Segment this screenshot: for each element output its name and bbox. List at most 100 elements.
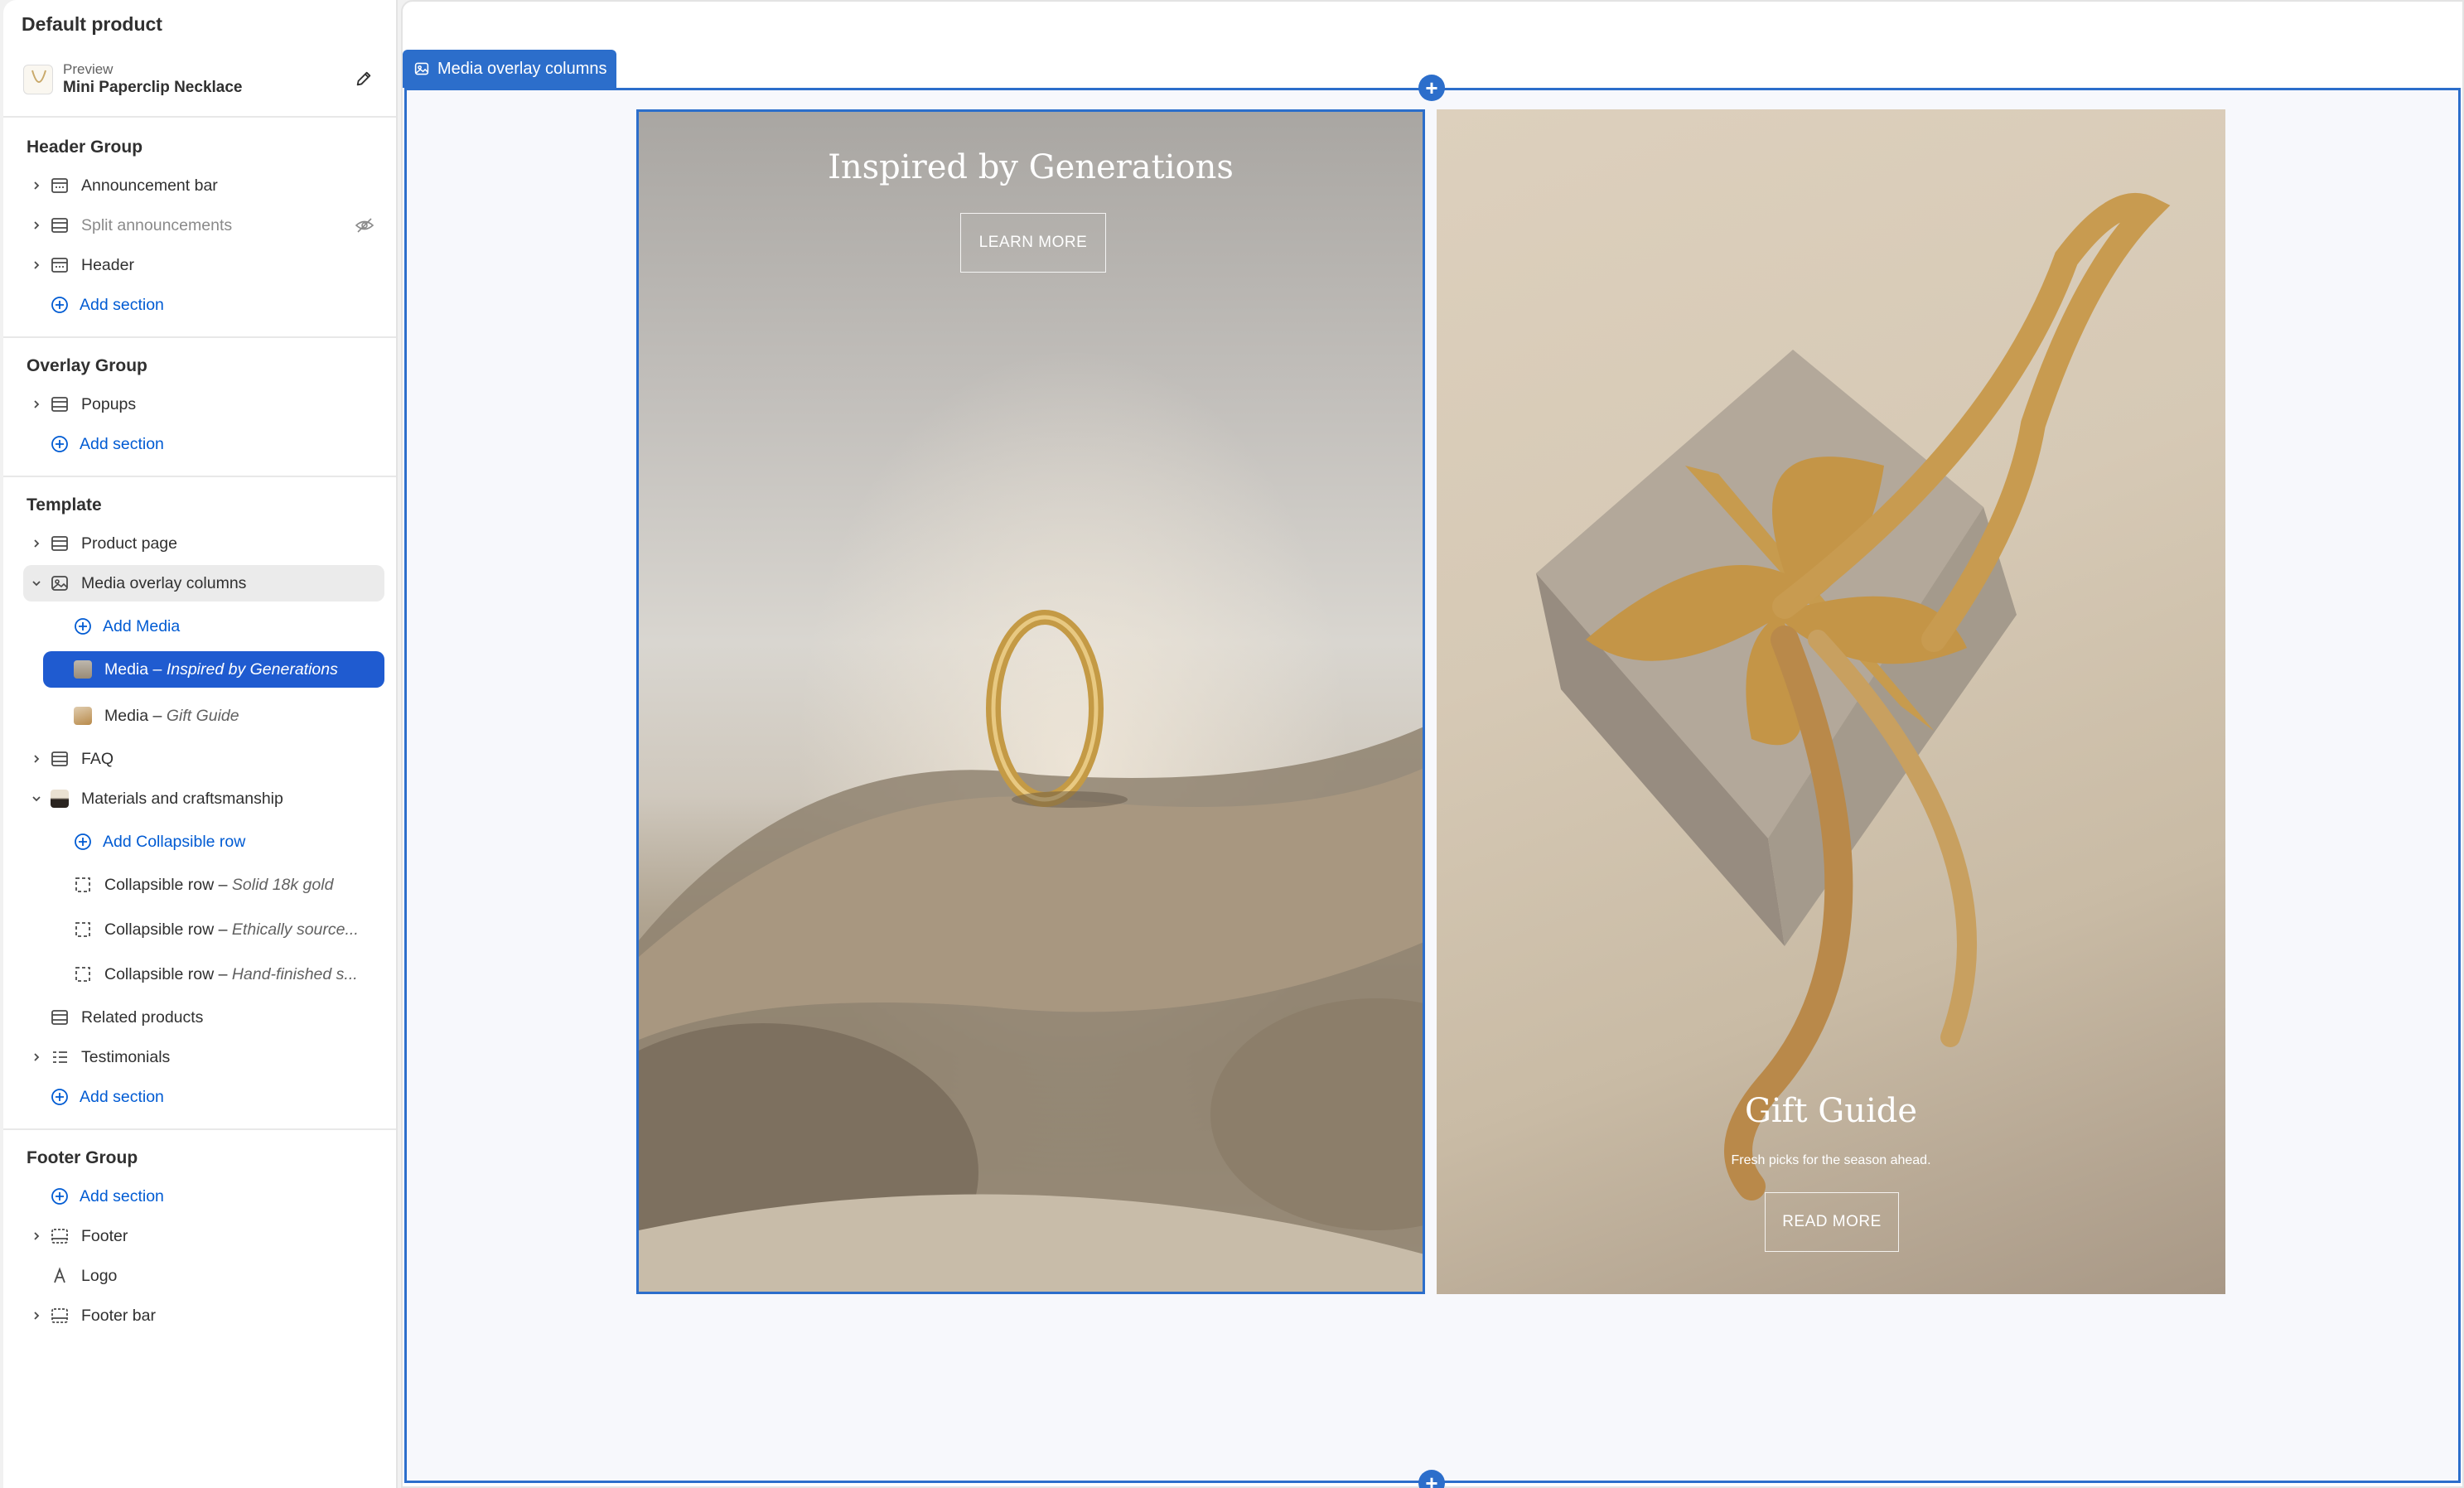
section-popups[interactable]: Popups: [23, 386, 384, 423]
section-footer-bar[interactable]: Footer bar: [23, 1297, 384, 1334]
block-collapsible-row-2[interactable]: Collapsible row – Ethically source...: [43, 911, 384, 948]
add-section-label: Add section: [80, 434, 164, 453]
section-layout-icon: [50, 394, 70, 414]
image-thumbnail: [73, 706, 93, 726]
template-add-section-button[interactable]: Add section: [23, 1079, 384, 1115]
header-add-section-button[interactable]: Add section: [23, 287, 384, 323]
chevron-right-icon[interactable]: [23, 180, 50, 191]
chevron-right-icon[interactable]: [23, 220, 50, 231]
editor-sidebar: Default product Preview Mini Paperclip N…: [3, 0, 398, 1488]
section-layout-icon: [50, 255, 70, 275]
preview-label: Preview: [63, 61, 114, 77]
chevron-right-icon[interactable]: [23, 1230, 50, 1242]
section-testimonials[interactable]: Testimonials: [23, 1039, 384, 1075]
add-section-label: Add section: [80, 295, 164, 314]
divider: [3, 1128, 396, 1130]
block-logo[interactable]: Logo: [23, 1258, 384, 1294]
row-label: Popups: [81, 394, 137, 413]
plus-icon: +: [1425, 1471, 1438, 1488]
plus-circle-icon: [50, 434, 70, 454]
footer-add-section-button[interactable]: Add section: [23, 1178, 384, 1215]
section-materials[interactable]: Materials and craftsmanship: [23, 780, 384, 817]
chevron-right-icon[interactable]: [23, 1310, 50, 1321]
dashed-square-icon: [73, 920, 93, 940]
learn-more-button[interactable]: LEARN MORE: [960, 213, 1106, 273]
image-section-icon: [414, 61, 429, 76]
template-group-title: Template: [27, 495, 102, 515]
row-label: Split announcements: [81, 215, 233, 234]
row-label: Collapsible row – Hand-finished s...: [104, 964, 358, 983]
media-title: Gift Guide: [1744, 1092, 1918, 1130]
divider: [3, 476, 396, 477]
section-header[interactable]: Header: [23, 247, 384, 283]
dashed-square-icon: [73, 964, 93, 984]
image-thumbnail: [73, 659, 93, 679]
section-layout-icon: [50, 215, 70, 235]
media-subtitle: Fresh picks for the season ahead.: [1731, 1153, 1931, 1167]
media-block-inspired[interactable]: Inspired by Generations LEARN MORE: [636, 109, 1425, 1294]
chevron-right-icon[interactable]: [23, 753, 50, 765]
section-layout-icon: [50, 176, 70, 196]
section-layout-icon: [50, 749, 70, 769]
plus-icon: +: [1425, 75, 1438, 100]
read-more-button[interactable]: READ MORE: [1765, 1192, 1899, 1252]
add-collapsible-label: Add Collapsible row: [103, 832, 246, 851]
divider: [3, 336, 396, 338]
template-title: Default product: [22, 13, 162, 35]
plus-circle-icon: [73, 832, 93, 852]
section-tag-label: Media overlay columns: [437, 59, 607, 78]
add-collapsible-row-button[interactable]: Add Collapsible row: [45, 824, 384, 860]
chevron-down-icon[interactable]: [23, 793, 50, 804]
image-section-icon: [50, 573, 70, 593]
footer-layout-icon: [50, 1226, 70, 1246]
testimonials-icon: [50, 1047, 70, 1067]
chevron-right-icon[interactable]: [23, 1051, 50, 1063]
overlay-add-section-button[interactable]: Add section: [23, 426, 384, 462]
section-tag[interactable]: Media overlay columns: [403, 50, 616, 88]
row-label: Header: [81, 255, 134, 274]
eye-hidden-icon[interactable]: [355, 215, 374, 235]
row-label: Materials and craftsmanship: [81, 789, 283, 808]
ring-on-stone-image: [639, 112, 1423, 1292]
section-announcement-bar[interactable]: Announcement bar: [23, 167, 384, 204]
footer-group-title: Footer Group: [27, 1148, 138, 1167]
edit-pencil-icon[interactable]: [350, 65, 378, 93]
row-label: FAQ: [81, 749, 114, 768]
section-related-products[interactable]: Related products: [23, 999, 384, 1036]
footer-layout-icon: [50, 1306, 70, 1326]
logo-letter-icon: [50, 1266, 70, 1286]
chevron-down-icon[interactable]: [23, 577, 50, 589]
add-media-button[interactable]: Add Media: [45, 608, 384, 645]
chevron-right-icon[interactable]: [23, 538, 50, 549]
chevron-right-icon[interactable]: [23, 259, 50, 271]
plus-circle-icon: [50, 295, 70, 315]
plus-circle-icon: [50, 1087, 70, 1107]
section-footer[interactable]: Footer: [23, 1218, 384, 1254]
image-thumbnail: [50, 789, 70, 809]
header-group-title: Header Group: [27, 138, 143, 157]
chevron-right-icon[interactable]: [23, 399, 50, 410]
add-media-label: Add Media: [103, 616, 181, 635]
row-label: Collapsible row – Solid 18k gold: [104, 875, 334, 894]
add-section-label: Add section: [80, 1186, 164, 1205]
add-section-above-button[interactable]: +: [1418, 75, 1445, 101]
row-label: Media – Gift Guide: [104, 706, 239, 725]
row-label: Announcement bar: [81, 176, 218, 195]
section-product-page[interactable]: Product page: [23, 525, 384, 562]
plus-circle-icon: [50, 1186, 70, 1206]
block-collapsible-row-3[interactable]: Collapsible row – Hand-finished s...: [43, 956, 384, 993]
block-collapsible-row-1[interactable]: Collapsible row – Solid 18k gold: [43, 867, 384, 903]
row-label: Collapsible row – Ethically source...: [104, 920, 359, 939]
dashed-square-icon: [73, 875, 93, 895]
block-media-inspired[interactable]: Media – Inspired by Generations: [43, 651, 384, 688]
preview-selector[interactable]: Preview Mini Paperclip Necklace: [23, 60, 384, 99]
section-faq[interactable]: FAQ: [23, 741, 384, 777]
section-split-announcements[interactable]: Split announcements: [23, 207, 384, 244]
media-block-gift-guide[interactable]: Gift Guide Fresh picks for the season ah…: [1437, 109, 2225, 1294]
divider: [3, 116, 396, 118]
block-media-gift[interactable]: Media – Gift Guide: [43, 698, 384, 734]
preview-product-name: Mini Paperclip Necklace: [63, 79, 243, 96]
row-label: Footer: [81, 1226, 128, 1245]
row-label: Media overlay columns: [81, 573, 247, 592]
section-media-overlay-columns[interactable]: Media overlay columns: [23, 565, 384, 601]
